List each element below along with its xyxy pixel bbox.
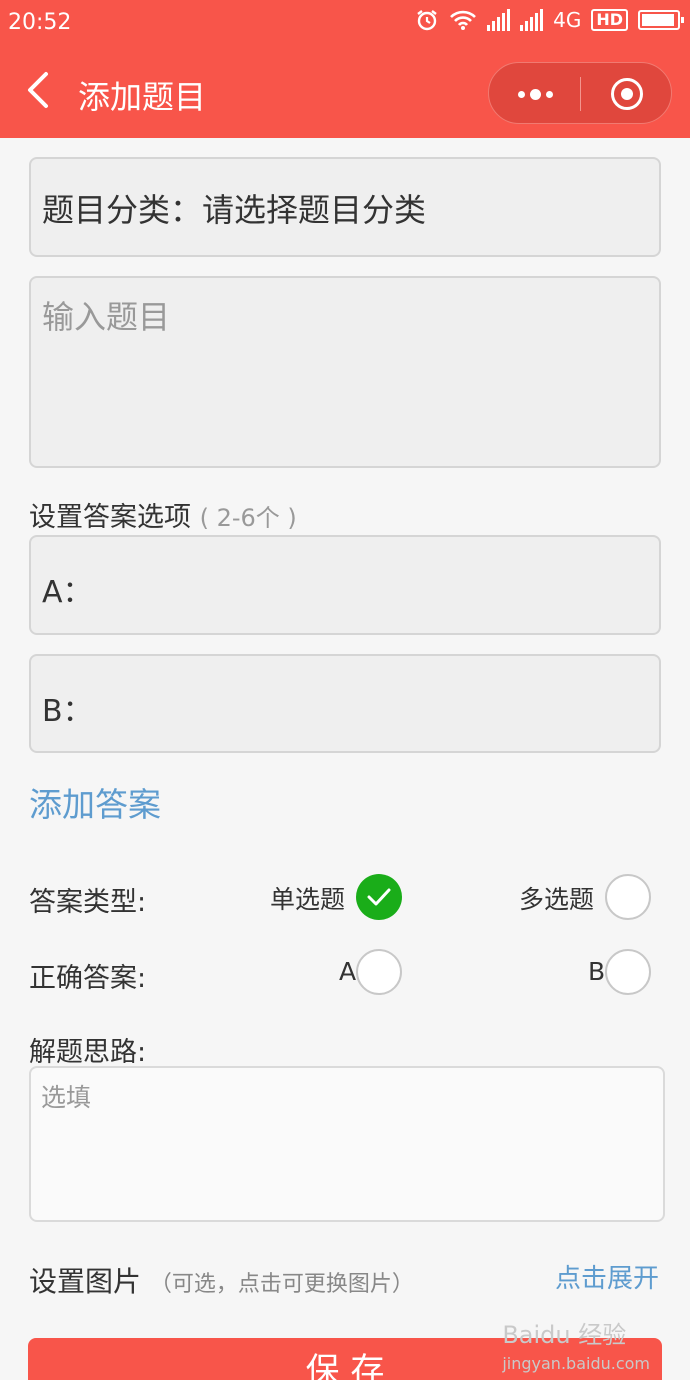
answer-type-label: 答案类型:: [29, 887, 147, 918]
category-picker[interactable]: 题目分类：请选择题目分类: [29, 157, 661, 257]
options-hint: ( 2-6个 ): [199, 504, 297, 532]
watermark-brand: Baidu 经验: [502, 1321, 627, 1349]
explanation-label: 解题思路:: [29, 1037, 147, 1068]
signal-icon-2: [520, 9, 544, 31]
baidu-watermark: Baidu 经验 jingyan.baidu.com: [502, 1315, 650, 1373]
option-a-label: A：: [42, 575, 93, 610]
option-b-input[interactable]: B：: [29, 654, 661, 753]
mini-program-capsule: [488, 62, 672, 124]
options-label: 设置答案选项: [29, 502, 191, 533]
signal-icon: [487, 9, 511, 31]
hd-badge: HD: [591, 9, 628, 31]
correct-a-radio[interactable]: [356, 949, 402, 995]
close-target-icon[interactable]: [611, 78, 643, 110]
option-b-label: B：: [42, 694, 93, 729]
correct-b-radio[interactable]: [605, 949, 651, 995]
page-title: 添加题目: [78, 78, 207, 116]
app-header: 20:52 4G HD 添加题目: [0, 0, 690, 138]
more-icon[interactable]: [515, 63, 555, 125]
correct-b-label: B: [588, 957, 606, 986]
checkmark-icon: [367, 888, 391, 906]
back-arrow-icon[interactable]: [24, 70, 54, 110]
add-answer-link[interactable]: 添加答案: [29, 778, 161, 826]
status-icons: 4G HD: [415, 8, 684, 32]
options-heading: 设置答案选项 ( 2-6个 ): [29, 495, 297, 534]
single-choice-radio[interactable]: [356, 874, 402, 920]
single-choice-label: 单选题: [270, 885, 346, 914]
image-label: 设置图片: [29, 1265, 142, 1298]
image-heading: 设置图片 （可选，点击可更换图片）: [29, 1260, 414, 1300]
battery-icon: [638, 10, 684, 30]
expand-link[interactable]: 点击展开: [555, 1258, 659, 1295]
image-hint: （可选，点击可更换图片）: [149, 1272, 414, 1297]
wifi-icon: [450, 10, 477, 30]
alarm-icon: [417, 10, 437, 31]
multi-choice-label: 多选题: [519, 885, 595, 914]
question-input[interactable]: 输入题目: [29, 276, 661, 468]
explanation-input[interactable]: 选填: [29, 1066, 665, 1222]
watermark-url: jingyan.baidu.com: [502, 1354, 650, 1373]
network-type: 4G: [553, 8, 582, 32]
multi-choice-radio[interactable]: [605, 874, 651, 920]
option-a-input[interactable]: A：: [29, 535, 661, 635]
category-text: 题目分类：请选择题目分类: [42, 191, 427, 229]
capsule-divider: [580, 77, 581, 111]
explanation-placeholder: 选填: [41, 1083, 92, 1112]
status-time: 20:52: [8, 10, 72, 35]
correct-answer-label: 正确答案:: [29, 963, 147, 994]
correct-a-label: A: [339, 957, 357, 986]
question-placeholder: 输入题目: [42, 298, 171, 336]
